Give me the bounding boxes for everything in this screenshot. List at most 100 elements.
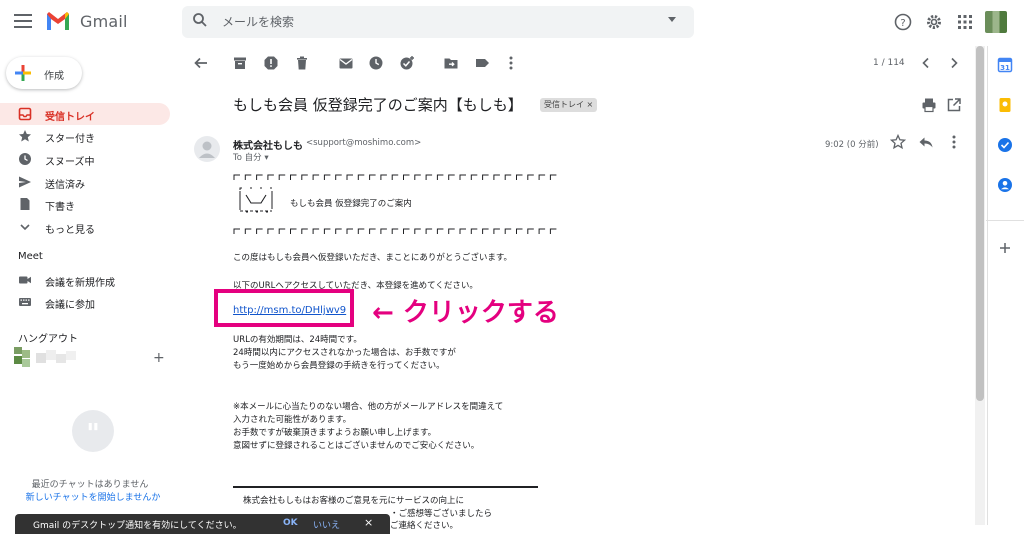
move-to-icon[interactable] (443, 55, 459, 71)
contacts-icon[interactable] (997, 177, 1013, 193)
sidebar-item-starred[interactable]: スター付き (0, 125, 170, 147)
validity-line: 24時間以内にアクセスされなかった場合は、お手数ですが (233, 348, 456, 358)
draft-icon (20, 198, 30, 210)
notice-line: ※本メールに心当たりのない場合、他の方がメールアドレスを間違えて (233, 402, 504, 412)
notice-line: 入力された可能性があります。 (233, 415, 352, 425)
registration-link[interactable]: http://msm.to/DHljwv9 (233, 305, 346, 316)
sidebar-item-label: 下書き (45, 202, 75, 213)
sidebar-item-label: スター付き (45, 134, 95, 145)
sidebar-item-sent[interactable]: 送信済み (0, 171, 170, 193)
meet-join-meeting[interactable]: 会議に参加 (0, 291, 170, 313)
report-spam-icon[interactable] (263, 55, 279, 71)
hangouts-section-title: ハングアウト (18, 334, 78, 345)
open-new-window-icon[interactable] (946, 97, 962, 113)
more-vert-icon[interactable] (503, 55, 519, 71)
footer-line: 株式会社もしもはお客様のご意見を元にサービスの向上に (243, 496, 465, 506)
send-icon (19, 176, 31, 188)
main-menu-icon[interactable] (14, 14, 32, 28)
svg-text:": " (86, 419, 100, 449)
sidebar-item-label: スヌーズ中 (45, 157, 95, 168)
calendar-icon[interactable]: 31 (997, 57, 1013, 73)
gmail-logo-text[interactable]: Gmail (80, 12, 128, 31)
search-icon[interactable] (192, 12, 208, 28)
side-panel-divider (986, 220, 1024, 221)
compose-label: 作成 (44, 71, 64, 82)
add-task-icon[interactable] (399, 55, 415, 71)
sidebar-item-label: もっと見る (45, 225, 95, 236)
chat-quote-icon: " (72, 410, 114, 452)
meet-item-label: 会議に参加 (45, 300, 95, 311)
pagination-count: 1 / 114 (873, 58, 905, 68)
clock-icon (19, 153, 31, 165)
sidebar-item-inbox[interactable]: 受信トレイ (0, 103, 170, 125)
chat-empty-text: 最近のチャットはありません (31, 480, 149, 490)
gear-icon[interactable] (925, 13, 943, 31)
add-addon-plus-icon[interactable] (997, 240, 1013, 256)
archive-icon[interactable] (232, 55, 248, 71)
notice-line: お手数ですが破棄頂きますようお願い申し上げます。 (233, 428, 437, 438)
chevron-down-icon (20, 224, 30, 231)
click-annotation: ← クリックする (372, 298, 559, 328)
hangouts-user-avatar[interactable] (14, 347, 78, 367)
chevron-left-icon[interactable] (918, 55, 934, 71)
start-chat-link[interactable]: 新しいチャットを開始しませんか (0, 490, 186, 503)
trash-icon[interactable] (294, 55, 310, 71)
quote-mark-icon: " (86, 419, 100, 449)
person-icon (199, 141, 215, 158)
gmail-logo-icon[interactable] (45, 10, 71, 32)
star-outline-icon[interactable] (890, 134, 906, 150)
meet-new-meeting[interactable]: 会議を新規作成 (0, 269, 170, 291)
help-icon[interactable]: ? (894, 13, 912, 31)
sidebar-item-drafts[interactable]: 下書き (0, 193, 170, 215)
account-avatar[interactable] (985, 11, 1007, 33)
new-hangout-plus-icon[interactable]: + (153, 350, 165, 366)
svg-text:?: ? (900, 18, 905, 29)
keyboard-icon (19, 298, 31, 306)
sender-name[interactable]: 株式会社もしも (233, 137, 303, 152)
sidebar-item-snoozed[interactable]: スヌーズ中 (0, 148, 170, 170)
notice-line: 意図せずに登録されることはございませんのでご安心ください。 (233, 441, 480, 451)
validity-line: URLの有効期間は、24時間です。 (233, 335, 362, 345)
decorative-border-bottom (233, 228, 557, 234)
recipient-dropdown[interactable]: To 自分 ▾ (233, 151, 269, 163)
sidebar-item-label: 受信トレイ (45, 112, 95, 123)
footer-line: ご連絡ください。 (390, 521, 459, 531)
notification-ok-button[interactable]: OK (283, 518, 298, 528)
video-icon (19, 276, 31, 284)
search-input[interactable]: メールを検索 (222, 13, 294, 30)
star-icon (19, 130, 31, 142)
keep-icon[interactable] (997, 97, 1013, 113)
label-tag-icon[interactable] (474, 55, 490, 71)
envelope-icon (239, 187, 273, 213)
search-options-icon[interactable] (668, 17, 676, 22)
tasks-icon[interactable] (997, 137, 1013, 153)
chevron-right-icon[interactable] (946, 55, 962, 71)
reply-icon[interactable] (918, 134, 934, 150)
decorative-border-top (233, 174, 557, 180)
message-more-vert-icon[interactable] (946, 134, 962, 150)
print-icon[interactable] (921, 97, 937, 113)
email-subject: もしも会員 仮登録完了のご案内【もしも】 (233, 96, 523, 114)
thanks-text: この度はもしも会員へ仮登録いただき、まことにありがとうございます。 (233, 253, 513, 263)
sender-email: <support@moshimo.com> (306, 138, 422, 148)
validity-line: もう一度始めから会員登録の手続きを行ってください。 (233, 361, 445, 371)
notification-close-icon[interactable]: × (364, 516, 373, 529)
meet-section-title: Meet (18, 251, 43, 262)
snooze-clock-icon[interactable] (368, 55, 384, 71)
apps-grid-icon[interactable] (956, 13, 974, 31)
message-time: 9:02 (0 分前) (825, 140, 879, 150)
sidebar-item-more[interactable]: もっと見る (0, 216, 170, 238)
svg-text:31: 31 (1000, 64, 1010, 72)
side-panel (987, 46, 1024, 525)
mark-unread-icon[interactable] (338, 55, 354, 71)
scrollbar-thumb[interactable] (976, 46, 984, 401)
back-arrow-icon[interactable] (193, 55, 209, 71)
inbox-icon (18, 107, 32, 121)
sender-avatar[interactable] (194, 136, 220, 162)
email-hero-title: もしも会員 仮登録完了のご案内 (290, 199, 412, 209)
inbox-label-chip[interactable]: 受信トレイ × (540, 98, 598, 112)
compose-plus-icon (15, 65, 31, 81)
sidebar-item-label: 送信済み (45, 180, 85, 191)
meet-item-label: 会議を新規作成 (45, 278, 115, 289)
footer-line: ・ご感想等ございましたら (390, 509, 493, 519)
